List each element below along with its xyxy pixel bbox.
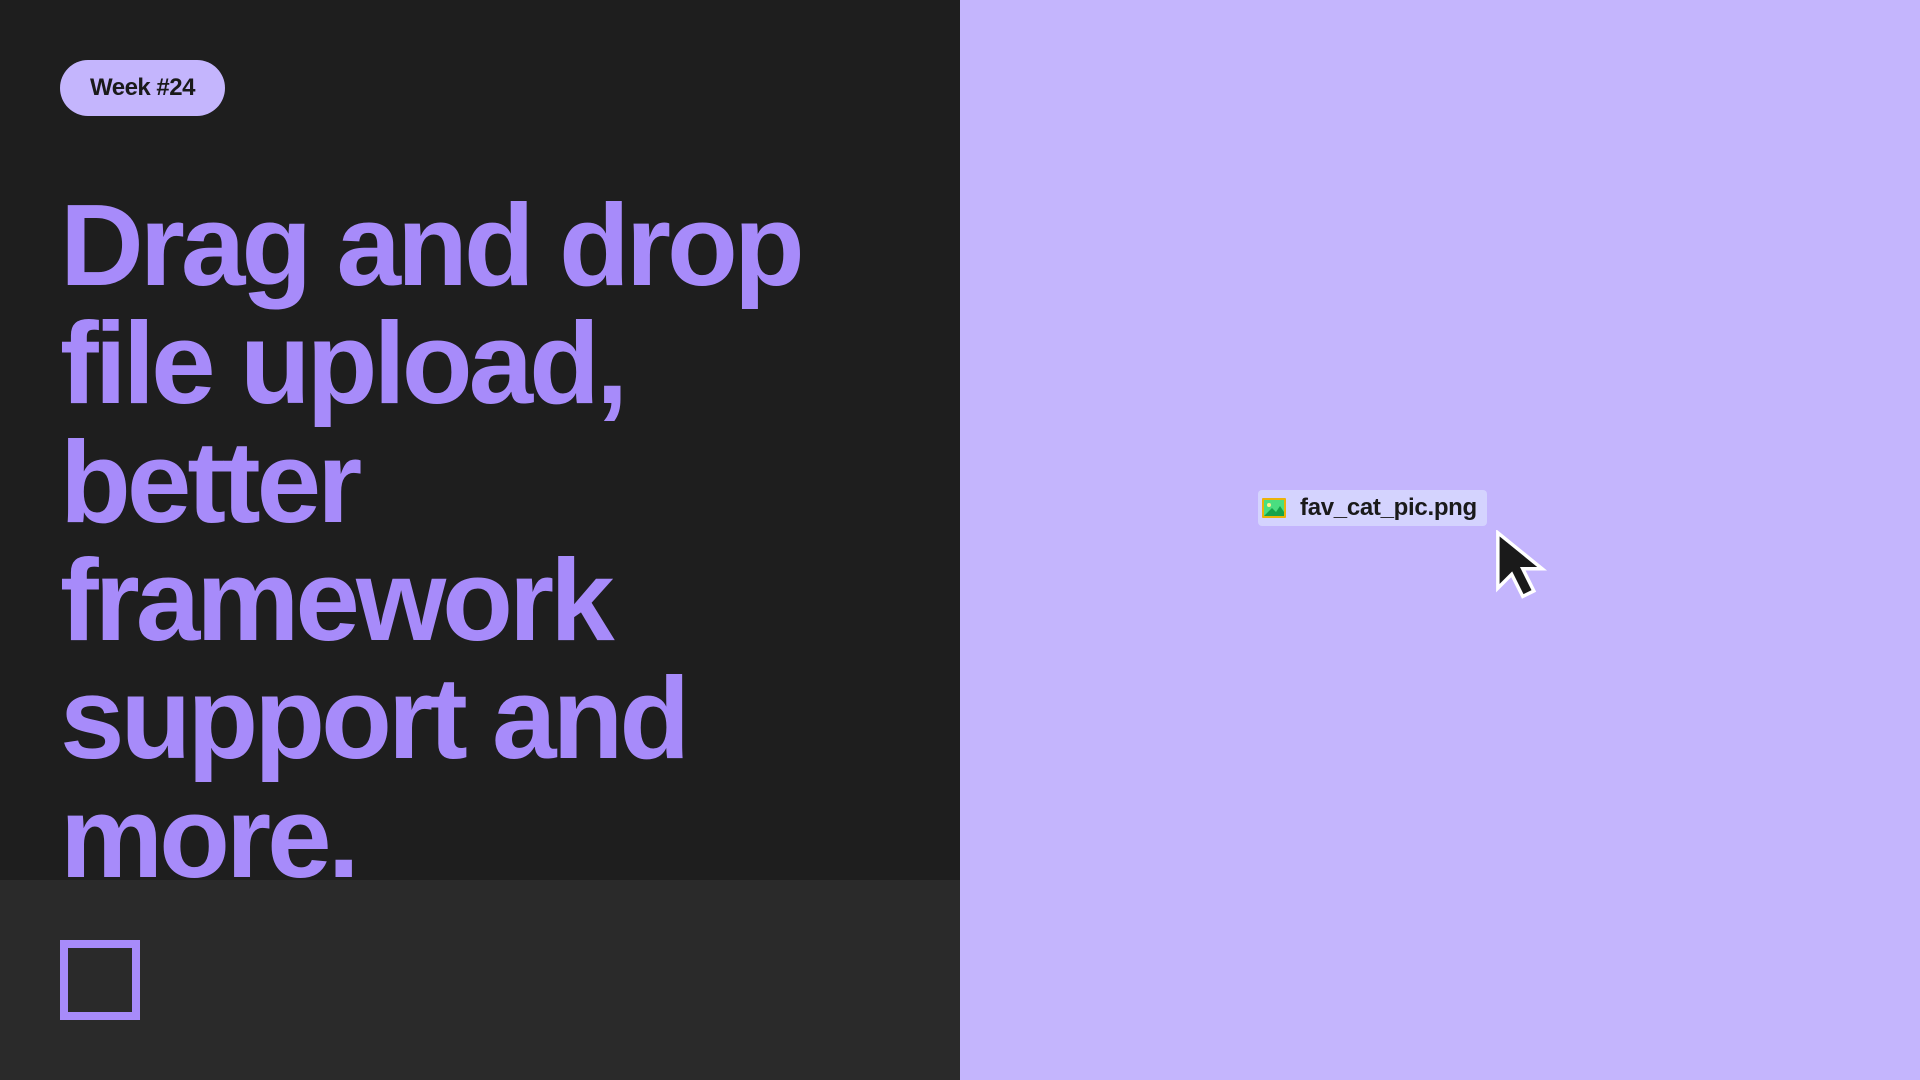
week-badge-label: Week #24 [90,74,195,101]
week-badge: Week #24 [60,60,225,116]
left-content-panel: Week #24 Drag and drop file upload, bett… [0,0,960,1080]
footer-bar [0,880,960,1080]
logo-square-icon [60,940,140,1020]
dragged-file-name: fav_cat_pic.png [1300,494,1477,522]
image-file-icon [1262,496,1286,520]
dragged-file-chip[interactable]: fav_cat_pic.png [1258,490,1487,526]
headline-text: Drag and drop file upload, better framew… [60,186,880,896]
drop-zone-panel[interactable]: fav_cat_pic.png [960,0,1920,1080]
cursor-icon [1492,530,1548,602]
